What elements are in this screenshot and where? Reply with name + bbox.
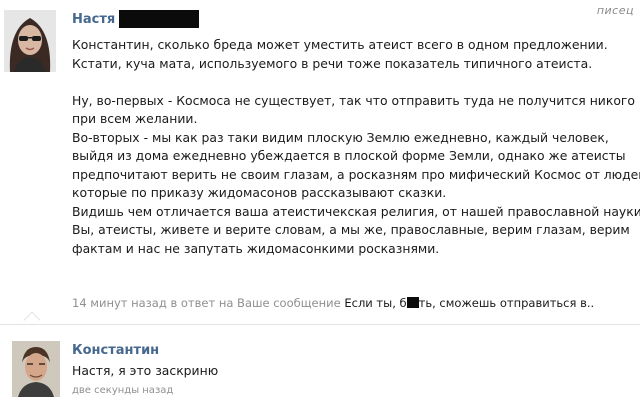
post-line: Ну, во-первых - Космоса не существует, т…: [72, 92, 635, 108]
post-line-blank: [72, 73, 632, 92]
reply-time-link[interactable]: две секунды назад: [72, 385, 173, 396]
post-line: которые по приказу жидомасонов рассказыв…: [72, 185, 447, 200]
avatar[interactable]: [4, 10, 56, 72]
censor-bar: [406, 297, 419, 308]
post-line: Во-вторых - мы как раз таки видим плоску…: [72, 129, 609, 145]
avatar[interactable]: [12, 341, 60, 397]
reply-text: Настя, я это заскриню: [72, 363, 219, 378]
reply-snippet-link[interactable]: Если ты, б ть, сможешь отправиться в..: [344, 296, 594, 310]
post-line: Видишь чем отличается ваша атеистичекска…: [72, 203, 640, 219]
post-line: при всем желании.: [72, 111, 198, 126]
avatar-photo: [4, 10, 56, 72]
snippet-before: Если ты, б: [344, 296, 407, 310]
comment-post: Настя Константин, сколько бреда может ум…: [0, 0, 640, 322]
post-line: выйдя из дома ежедневно убеждается в пло…: [72, 148, 626, 163]
post-line: Константин, сколько бреда может уместить…: [72, 37, 608, 52]
post-line: предпочитают верить не своим глазам, а р…: [72, 166, 640, 182]
post-line: Кстати, куча мата, используемого в речи …: [72, 55, 593, 71]
snippet-after: ть, сможешь отправиться в..: [418, 296, 595, 310]
avatar-photo: [12, 341, 60, 397]
post-meta: 14 минут назад в ответ на Ваше сообщение…: [72, 296, 594, 310]
post-line: Вы, атеисты, живете и верите словам, а м…: [72, 222, 630, 237]
censor-bar: [119, 10, 200, 28]
post-body: Константин, сколько бреда может уместить…: [72, 36, 640, 258]
reply-author[interactable]: Константин: [72, 343, 159, 358]
post-author[interactable]: Настя: [72, 10, 200, 28]
post-line: фактам и нас не запутать жидомасонкими р…: [72, 240, 440, 256]
author-name: Настя: [72, 11, 116, 27]
post-time-link[interactable]: 14 минут назад в ответ на Ваше сообщение: [72, 296, 341, 310]
comment-reply: Константин Настя, я это заскриню две сек…: [0, 324, 640, 404]
